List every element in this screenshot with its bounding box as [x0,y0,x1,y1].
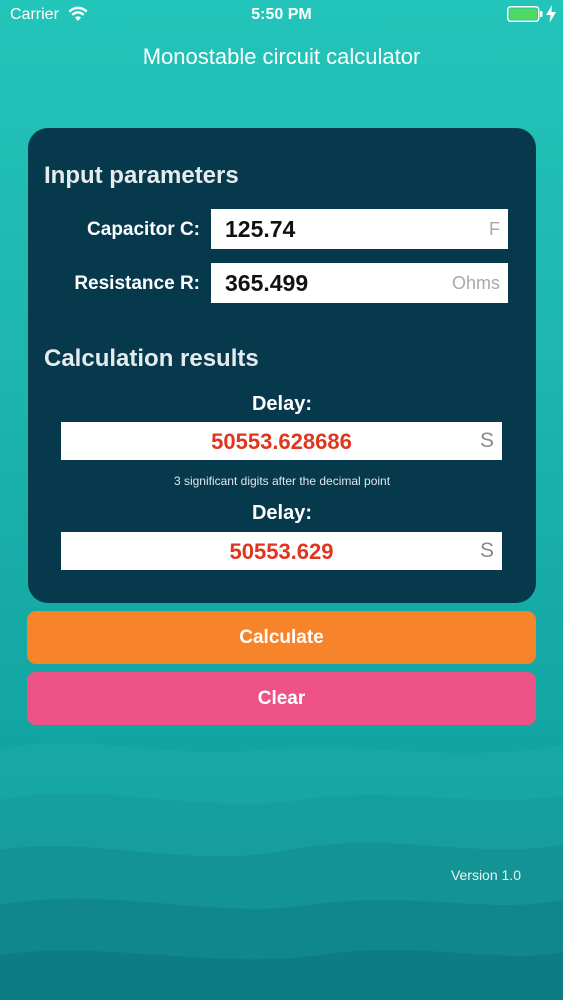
status-time: 5:50 PM [251,6,312,23]
capacitor-row: Capacitor C: F [28,209,536,249]
rounded-delay-result-field: 50553.629 S [61,532,502,570]
resistance-unit: Ohms [451,273,500,293]
page-title: Monostable circuit calculator [142,44,421,69]
rounded-delay-unit: S [479,539,494,562]
delay-result-field: 50553.628686 S [61,422,502,460]
charging-bolt-icon [546,5,556,23]
rounded-delay-label: Delay: [251,502,313,524]
battery-icon [507,6,543,22]
waves-background [0,742,563,1000]
capacitor-unit: F [489,219,500,239]
resistance-row: Resistance R: Ohms [28,263,536,303]
calculator-panel: Input parameters Capacitor C: F Resistan… [28,128,536,603]
calculation-results-heading: Calculation results [44,345,259,372]
delay-value: 50553.628686 [211,429,352,454]
capacitor-input[interactable] [211,209,508,249]
rounded-delay-value: 50553.629 [229,539,334,564]
input-parameters-heading: Input parameters [44,162,239,189]
precision-hint: 3 significant digits after the decimal p… [173,474,391,488]
delay-label: Delay: [251,393,313,415]
resistance-label: Resistance R: [74,273,200,294]
capacitor-label: Capacitor C: [87,219,200,240]
delay-unit: S [479,429,494,452]
version-label: Version 1.0 [450,867,521,883]
calculate-button[interactable]: Calculate [27,611,536,664]
clear-button[interactable]: Clear [27,672,536,725]
status-bar: Carrier 5:50 PM [0,0,563,30]
